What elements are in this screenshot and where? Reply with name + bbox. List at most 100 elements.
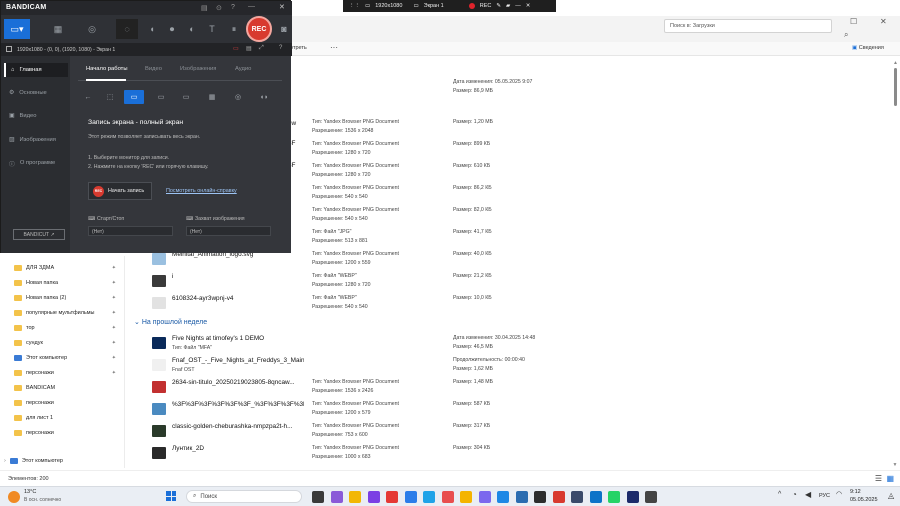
file-row[interactable]: %3F%3F%3F%3F%3F%3F_%3F%3F%3F%3F... Тип: Y…	[128, 400, 888, 422]
nav-item[interactable]: › Этот компьютер	[4, 454, 63, 468]
sidebar-item-images[interactable]: ▨ Изображения	[9, 133, 56, 147]
bandicam-icon[interactable]	[552, 491, 565, 503]
audio-only-icon[interactable]: ◖◗	[254, 90, 274, 104]
close-icon[interactable]: ✕	[279, 3, 285, 11]
nav-item[interactable]: тор ✦	[14, 321, 122, 335]
game-mode-icon[interactable]: ◎	[81, 19, 103, 39]
minimize-icon[interactable]: —	[515, 3, 521, 9]
windows-start-icon[interactable]	[166, 491, 176, 501]
tab-audio[interactable]: Аудио	[235, 66, 251, 72]
folder-icon[interactable]: ▰	[506, 3, 510, 9]
sidebar-item-about[interactable]: ⓘ О программе	[9, 156, 55, 170]
webcam-icon[interactable]: ◌	[116, 19, 138, 39]
game-mode-icon[interactable]: ◎	[228, 90, 248, 104]
close-icon[interactable]: ✕	[526, 3, 531, 9]
folder-icon[interactable]: ▤	[246, 45, 252, 52]
edge-icon[interactable]	[404, 491, 417, 503]
sidebar-item-general[interactable]: ⚙ Основные	[9, 86, 47, 100]
search-input[interactable]: Поиск в: Загрузки	[664, 19, 832, 33]
explorer-icon[interactable]	[349, 491, 361, 503]
yandex-icon[interactable]	[386, 491, 398, 503]
group-header[interactable]: ⌄ На прошлой неделе	[134, 318, 207, 326]
nav-item[interactable]: Этот компьютер ✦	[14, 351, 122, 365]
app-icon[interactable]	[645, 491, 657, 503]
hotkey-start-stop-field[interactable]: (Нет)	[88, 226, 173, 236]
tab-getting-started[interactable]: Начало работы	[86, 66, 128, 72]
list-view-icon[interactable]: ☰	[875, 474, 882, 483]
file-row[interactable]: classic-golden-cheburashka-nmpzpa2t-h...…	[128, 422, 888, 444]
area-mode-icon[interactable]: ▭	[151, 90, 171, 104]
bandicut-button[interactable]: BANDICUT ↗	[13, 229, 65, 240]
file-row[interactable]: Five Nights at timofey's 1 DEMO Тип: Файл…	[128, 334, 888, 356]
speaker-icon[interactable]: ◖	[141, 19, 163, 39]
start-recording-button[interactable]: REC Начать запись	[88, 182, 152, 200]
app-icon[interactable]	[441, 491, 454, 503]
nav-item[interactable]: Новая папка (2) ✦	[14, 291, 122, 305]
tab-images[interactable]: Изображения	[180, 66, 216, 72]
sort-button[interactable]: отреть	[290, 45, 307, 51]
notification-bell-icon[interactable]: ◬	[888, 491, 894, 500]
app-icon[interactable]	[571, 491, 583, 503]
nav-item[interactable]: персонажи	[14, 396, 54, 410]
nav-item[interactable]: сундук ✦	[14, 336, 122, 350]
more-options-icon[interactable]: ···	[330, 43, 338, 52]
nav-item[interactable]: персонажи	[14, 426, 54, 440]
language-indicator[interactable]: РУС	[819, 493, 830, 499]
file-row[interactable]: i Тип: Файл "WEBP" Разрешение: 1280 x 720 Р…	[128, 272, 888, 294]
nav-item[interactable]: Новая папка ✦	[14, 276, 122, 290]
file-row[interactable]: 6108324-ayr3wpnj-v4 Тип: Файл "WEBP" Разре…	[128, 294, 888, 316]
network-icon[interactable]: ◔	[792, 490, 797, 499]
record-settings-icon[interactable]: ▭	[233, 45, 239, 52]
search-icon[interactable]: ⌕	[844, 30, 848, 40]
hotkey-capture-field[interactable]: (Нет)	[186, 226, 271, 236]
folder-icon[interactable]: ▤	[201, 4, 208, 12]
minimize-icon[interactable]: —	[248, 3, 255, 10]
help-icon[interactable]: ?	[231, 4, 235, 11]
clock-time[interactable]: 9:12	[850, 489, 861, 495]
rec-button[interactable]: REC	[246, 16, 272, 42]
nav-item[interactable]: BANDICAM	[14, 381, 55, 395]
nav-item[interactable]: для лист 1	[14, 411, 53, 425]
app-icon[interactable]	[478, 491, 491, 503]
pause-icon[interactable]: ⏸	[223, 19, 245, 39]
close-icon[interactable]: ✕	[880, 17, 887, 26]
rec-button[interactable]: REC	[480, 3, 492, 9]
sidebar-item-video[interactable]: ▣ Видео	[9, 109, 36, 123]
details-pane-button[interactable]: ▣ Сведения	[852, 45, 884, 51]
file-row[interactable]: Fnaf_OST_-_Five_Nights_at_Freddys_3_Main…	[128, 356, 888, 378]
maximize-icon[interactable]: ☐	[850, 17, 857, 26]
online-help-link[interactable]: Посмотреть онлайн-справку	[166, 188, 237, 194]
weather-icon[interactable]	[8, 491, 20, 503]
app-icon[interactable]	[460, 491, 472, 503]
file-row[interactable]: 2634-sin-titulo_20250219023805-8qncaw...…	[128, 378, 888, 400]
chevron-up-icon[interactable]: ^	[778, 491, 781, 498]
app-icon[interactable]	[497, 491, 509, 503]
mouse-icon[interactable]: ◐	[181, 19, 203, 39]
nav-item[interactable]: персонажи ✦	[14, 366, 122, 380]
back-icon[interactable]: ←	[78, 90, 98, 104]
github-icon[interactable]	[534, 491, 546, 503]
tiles-view-icon[interactable]: ▦	[886, 474, 894, 483]
app-icon[interactable]	[589, 491, 602, 503]
pencil-icon[interactable]: ✎	[496, 3, 501, 9]
app-icon[interactable]	[515, 491, 528, 503]
app-icon[interactable]	[367, 491, 380, 503]
clock-date[interactable]: 05.05.2025	[850, 497, 878, 503]
sidebar-item-home[interactable]: ⌂ Главная	[4, 63, 68, 77]
whatsapp-icon[interactable]	[608, 491, 620, 503]
app-icon[interactable]	[330, 491, 343, 503]
wifi-icon[interactable]: ◠	[836, 490, 842, 498]
device-mode-icon[interactable]: ▦	[202, 90, 222, 104]
app-icon[interactable]	[423, 491, 435, 503]
chevron-right-icon[interactable]: ›	[4, 458, 6, 464]
checkbox[interactable]	[6, 46, 12, 52]
file-row[interactable]: Лунтик_2D Тип: Yandex Browser PNG Documen…	[128, 444, 888, 466]
nav-item[interactable]: ДЛЯ ЗДМА ✦	[14, 261, 122, 275]
around-mouse-icon[interactable]: ▭	[176, 90, 196, 104]
lock-icon[interactable]: ⊙	[216, 4, 222, 12]
screen-mode-icon[interactable]: ▭▾	[4, 19, 30, 39]
help-icon[interactable]: ?	[279, 45, 282, 51]
photoshop-icon[interactable]	[626, 491, 639, 503]
expand-icon[interactable]: ⤢	[259, 45, 264, 52]
volume-icon[interactable]: ◀	[805, 490, 811, 499]
